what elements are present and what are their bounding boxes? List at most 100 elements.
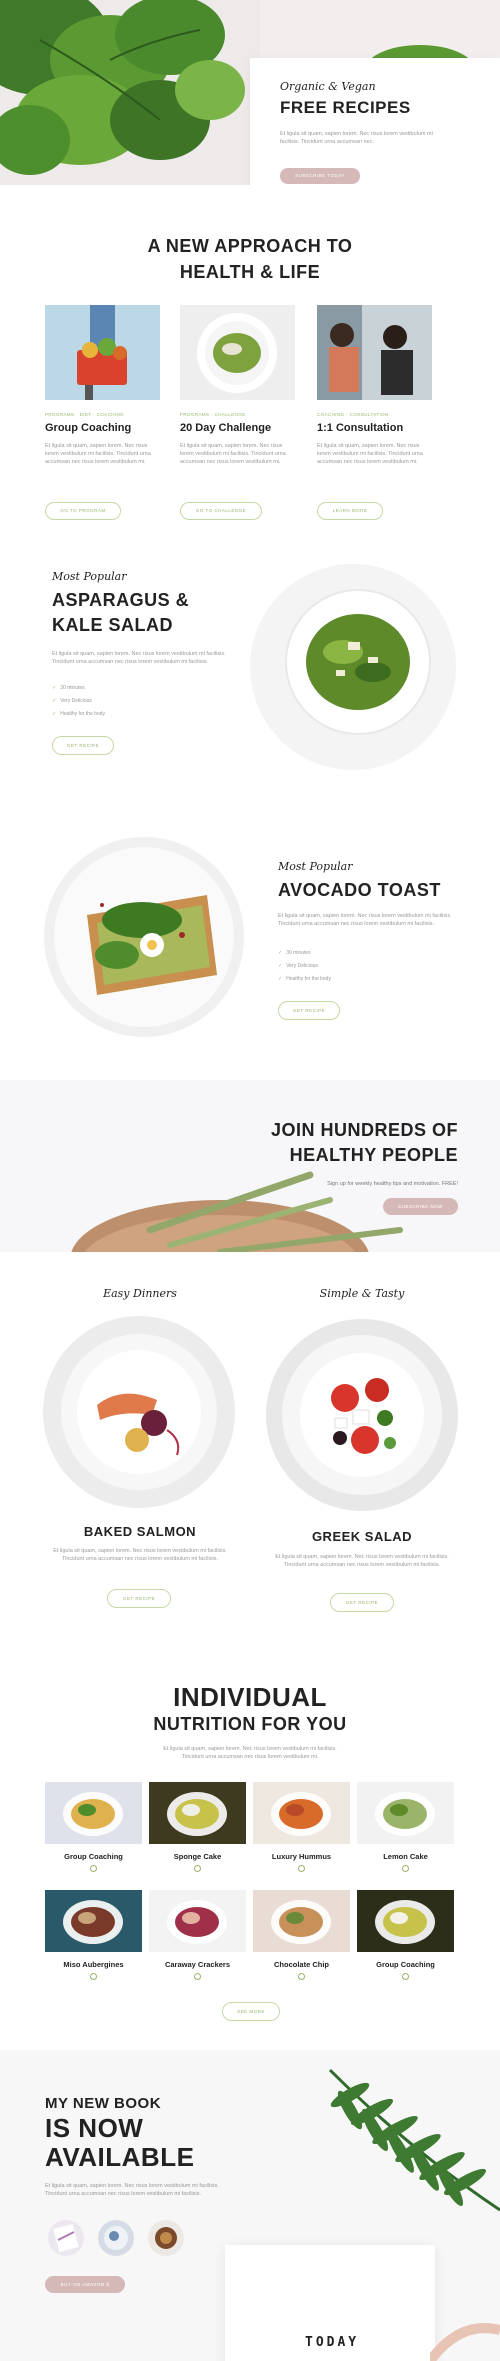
nutrition-item-image[interactable]	[253, 1782, 350, 1844]
nutrition-item-image[interactable]	[357, 1782, 454, 1844]
asparagus-salad-image	[250, 564, 456, 770]
join-section: JOIN HUNDREDS OF HEALTHY PEOPLE Sign up …	[0, 1080, 500, 1252]
nutrition-text: Et ligula sit quam, sapien lorem. Nec ri…	[163, 1746, 337, 1760]
nutrition-item-radio[interactable]	[298, 1973, 305, 1980]
card-title-consultation: 1:1 Consultation	[317, 422, 404, 434]
nutrition-item-image[interactable]	[253, 1890, 350, 1952]
check-item: ✓ Healthy for the body	[52, 711, 105, 717]
subscribe-today-button[interactable]: SUBSCRIBE TODAY	[280, 168, 360, 184]
check-label: Very Delicious	[60, 698, 92, 704]
check-item: ✓ 30 minutes	[52, 685, 85, 691]
card-image-consultation	[317, 305, 432, 400]
nutrition-item-radio[interactable]	[402, 1973, 409, 1980]
nutrition-title-1: INDIVIDUAL	[173, 1682, 327, 1712]
book-cover: TODAY	[225, 2245, 435, 2361]
greek-get-recipe-button[interactable]: GET RECIPE	[330, 1593, 394, 1612]
nutrition-item-image[interactable]	[45, 1890, 142, 1952]
baked-salmon-image	[43, 1316, 235, 1508]
check-icon: ✓	[52, 685, 57, 691]
book-ribbon	[430, 2323, 500, 2361]
hero-title: FREE RECIPES	[280, 98, 411, 117]
buy-on-amazon-button[interactable]: BUY ON AMAZON $	[45, 2276, 125, 2293]
greek-salad-text: Et ligula sit quam, sapien lorem. Nec ri…	[275, 1554, 449, 1568]
greek-salad-image	[266, 1319, 458, 1511]
avocado-text: Et ligula sit quam, sapien lorem. Nec ri…	[278, 913, 452, 927]
asparagus-title-2: KALE SALAD	[52, 615, 173, 635]
card-text: Et ligula sit quam, sapien lorem. Nec ri…	[180, 443, 286, 465]
nutrition-item-image[interactable]	[357, 1890, 454, 1952]
nutrition-item-label: Miso Aubergines	[63, 1960, 124, 1969]
book-text: Et ligula sit quam, sapien lorem. Nec ri…	[45, 2183, 219, 2197]
card-text: Et ligula sit quam, sapien lorem. Nec ri…	[45, 443, 151, 465]
nutrition-item-radio[interactable]	[90, 1973, 97, 1980]
book-thumb-2	[98, 2220, 134, 2256]
card-title-group-coaching: Group Coaching	[45, 422, 132, 434]
nutrition-item-radio[interactable]	[194, 1865, 201, 1872]
card-text: Et ligula sit quam, sapien lorem. Nec ri…	[317, 443, 423, 465]
subscribe-now-button[interactable]: SUBSCRIBE NOW	[383, 1198, 458, 1215]
nutrition-item-radio[interactable]	[402, 1865, 409, 1872]
check-icon: ✓	[52, 698, 57, 704]
book-thumb-3	[148, 2220, 184, 2256]
book-title-2: AVAILABLE	[45, 2142, 195, 2172]
nutrition-item-radio[interactable]	[298, 1865, 305, 1872]
nutrition-item-label: Luxury Hummus	[271, 1852, 332, 1861]
dinner-script-salmon: Easy Dinners	[103, 1287, 177, 1300]
salmon-get-recipe-button[interactable]: GET RECIPE	[107, 1589, 171, 1608]
asparagus-script: Most Popular	[52, 570, 127, 583]
check-label: Healthy for the body	[60, 711, 105, 717]
book-cover-text: TODAY	[305, 2335, 360, 2350]
approach-title-2: HEALTH & LIFE	[179, 262, 321, 282]
nutrition-item-radio[interactable]	[90, 1865, 97, 1872]
book-thumb-1	[48, 2220, 84, 2256]
greek-salad-title: GREEK SALAD	[311, 1529, 413, 1544]
dinner-script-greek: Simple & Tasty	[319, 1287, 405, 1300]
card-tags: PROGRAMS · DIET · COACHING	[45, 412, 125, 417]
join-title-1: JOIN HUNDREDS OF	[270, 1120, 458, 1140]
join-title-2: HEALTHY PEOPLE	[289, 1145, 458, 1165]
card-title-20-day: 20 Day Challenge	[180, 422, 272, 434]
check-icon: ✓	[278, 950, 283, 956]
book-title-1: IS NOW	[45, 2113, 144, 2143]
nutrition-item-label: Lemon Cake	[383, 1852, 428, 1861]
card-image-20-day	[180, 305, 295, 400]
asparagus-title-1: ASPARAGUS &	[52, 590, 190, 610]
check-item: ✓ 30 minutes	[278, 950, 311, 956]
check-icon: ✓	[52, 711, 57, 717]
card-tags: COACHING · CONSULTATION	[317, 412, 389, 417]
nutrition-item-label: Group Coaching	[64, 1852, 123, 1861]
nutrition-item-radio[interactable]	[194, 1973, 201, 1980]
hero-script: Organic & Vegan	[280, 80, 376, 93]
check-label: 30 minutes	[286, 950, 311, 956]
asparagus-get-recipe-button[interactable]: GET RECIPE	[52, 736, 114, 755]
card-tags: PROGRAMS · CHALLENGE	[180, 412, 246, 417]
check-item: ✓ Very Delicious	[278, 963, 318, 969]
check-label: 30 minutes	[60, 685, 85, 691]
nutrition-item-label: Group Coaching	[376, 1960, 435, 1969]
check-icon: ✓	[278, 976, 283, 982]
hero-text: Et ligula sit quam, sapien lorem. Nec ri…	[280, 131, 433, 145]
hero-section: Organic & Vegan FREE RECIPES Et ligula s…	[0, 0, 500, 185]
see-more-button[interactable]: SEE MORE	[222, 2002, 280, 2021]
nutrition-item-label: Caraway Crackers	[164, 1960, 231, 1969]
card-image-group-coaching	[45, 305, 160, 400]
nutrition-item-label: Sponge Cake	[173, 1852, 222, 1861]
nutrition-item-label: Chocolate Chip	[273, 1960, 329, 1969]
go-to-challenge-button[interactable]: GO TO CHALLENGE	[180, 502, 262, 520]
check-item: ✓ Healthy for the body	[278, 976, 331, 982]
book-kicker: MY NEW BOOK	[45, 2095, 162, 2112]
nutrition-title-2: NUTRITION FOR YOU	[153, 1714, 347, 1734]
go-to-program-button[interactable]: GO TO PROGRAM	[45, 502, 121, 520]
approach-title-1: A NEW APPROACH TO	[147, 236, 353, 256]
check-label: Healthy for the body	[286, 976, 331, 982]
baked-salmon-text: Et ligula sit quam, sapien lorem. Nec ri…	[53, 1548, 227, 1562]
nutrition-item-image[interactable]	[149, 1890, 246, 1952]
avocado-get-recipe-button[interactable]: GET RECIPE	[278, 1001, 340, 1020]
nutrition-item-image[interactable]	[45, 1782, 142, 1844]
nutrition-item-image[interactable]	[149, 1782, 246, 1844]
learn-more-button[interactable]: LEARN MORE	[317, 502, 383, 520]
baked-salmon-title: BAKED SALMON	[83, 1524, 197, 1539]
check-item: ✓ Very Delicious	[52, 698, 92, 704]
basil-image	[0, 0, 260, 185]
asparagus-text: Et ligula sit quam, sapien lorem. Nec ri…	[52, 651, 226, 665]
